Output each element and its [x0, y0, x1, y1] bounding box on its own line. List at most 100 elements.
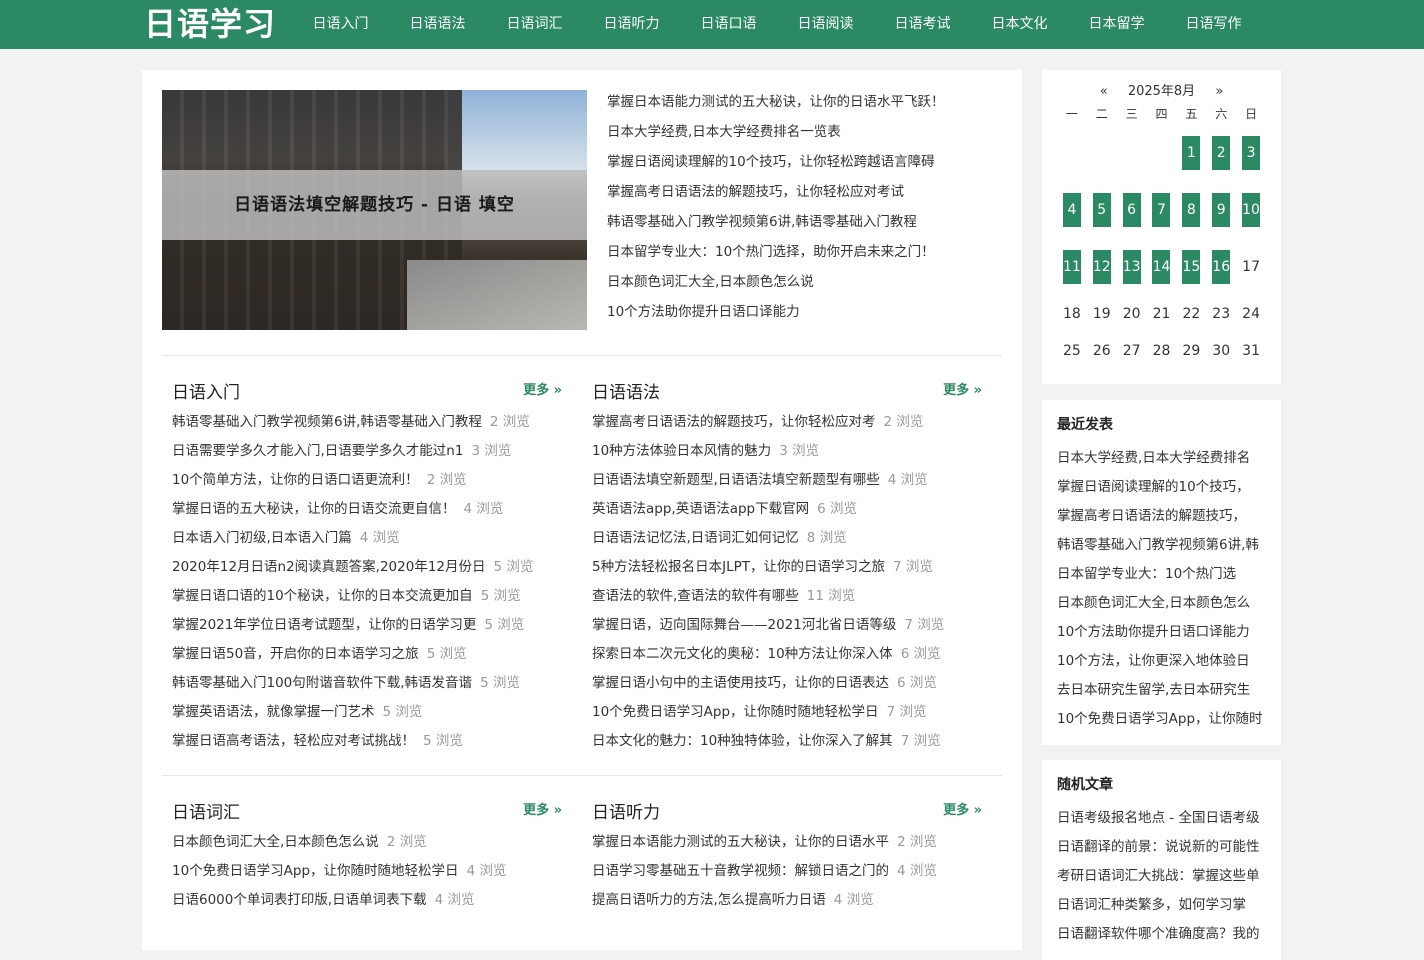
list-item[interactable]: 掌握日语口语的10个秘诀，让你的日本交流更加自 5 浏览 [162, 584, 562, 613]
article-title[interactable]: 掌握日语高考语法，轻松应对考试挑战！ [172, 733, 415, 749]
calendar-day[interactable]: 10 [1236, 181, 1266, 238]
headline-item[interactable]: 掌握高考日语语法的解题技巧，让你轻松应对考试 [607, 180, 1007, 210]
calendar-day[interactable]: 3 [1236, 124, 1266, 181]
article-title[interactable]: 日语语法记忆法,日语词汇如何记忆 [592, 530, 799, 546]
list-item[interactable]: 掌握日语的五大秘诀，让你的日语交流更自信！ 4 浏览 [162, 497, 562, 526]
random-post-item[interactable]: 考研日语词汇大挑战：掌握这些单 [1057, 864, 1269, 893]
article-title[interactable]: 10种方法体验日本风情的魅力 [592, 443, 771, 459]
headline-item[interactable]: 日本大学经费,日本大学经费排名一览表 [607, 120, 1007, 150]
article-title[interactable]: 日语语法填空新题型,日语语法填空新题型有哪些 [592, 472, 880, 488]
recent-post-item[interactable]: 日本留学专业大：10个热门选 [1057, 562, 1269, 591]
calendar-day-link[interactable]: 13 [1122, 249, 1141, 284]
list-item[interactable]: 日语语法记忆法,日语词汇如何记忆 8 浏览 [582, 526, 982, 555]
list-item[interactable]: 掌握日语高考语法，轻松应对考试挑战！ 5 浏览 [162, 729, 562, 758]
calendar-day[interactable]: 5 [1087, 181, 1117, 238]
list-item[interactable]: 掌握高考日语语法的解题技巧，让你轻松应对考 2 浏览 [582, 410, 982, 439]
article-title[interactable]: 韩语零基础入门100句附谐音软件下载,韩语发音谐 [172, 675, 472, 691]
list-item[interactable]: 掌握英语语法，就像掌握一门艺术 5 浏览 [162, 700, 562, 729]
calendar-day-link[interactable]: 5 [1092, 192, 1111, 227]
calendar-day[interactable]: 16 [1206, 238, 1236, 295]
random-post-item[interactable]: 日语词汇种类繁多，如何学习掌 [1057, 893, 1269, 922]
nav-item-7[interactable]: 日本文化 [971, 0, 1068, 49]
headline-item[interactable]: 10个方法助你提升日语口译能力 [607, 300, 1007, 330]
calendar-day-link[interactable]: 11 [1062, 249, 1081, 284]
nav-item-5[interactable]: 日语阅读 [777, 0, 874, 49]
list-item[interactable]: 探索日本二次元文化的奥秘：10种方法让你深入体 6 浏览 [582, 642, 982, 671]
list-item[interactable]: 掌握日语50音，开启你的日本语学习之旅 5 浏览 [162, 642, 562, 671]
site-logo[interactable]: 日语学习 [144, 4, 276, 44]
article-title[interactable]: 探索日本二次元文化的奥秘：10种方法让你深入体 [592, 646, 893, 662]
more-link[interactable]: 更多 » [943, 379, 982, 398]
article-title[interactable]: 掌握日本语能力测试的五大秘诀，让你的日语水平 [592, 834, 889, 850]
calendar-day-link[interactable]: 10 [1242, 192, 1261, 227]
article-title[interactable]: 5种方法轻松报名日本JLPT，让你的日语学习之旅 [592, 559, 885, 575]
article-title[interactable]: 日语需要学多久才能入门,日语要学多久才能过n1 [172, 443, 463, 459]
calendar-day[interactable]: 4 [1057, 181, 1087, 238]
article-title[interactable]: 掌握日语口语的10个秘诀，让你的日本交流更加自 [172, 588, 473, 604]
calendar-day-link[interactable]: 3 [1242, 135, 1261, 170]
list-item[interactable]: 查语法的软件,查语法的软件有哪些 11 浏览 [582, 584, 982, 613]
nav-item-6[interactable]: 日语考试 [874, 0, 971, 49]
article-title[interactable]: 掌握2021年学位日语考试题型，让你的日语学习更 [172, 617, 476, 633]
list-item[interactable]: 掌握日语，迈向国际舞台——2021河北省日语等级 7 浏览 [582, 613, 982, 642]
calendar-day-link[interactable]: 1 [1182, 135, 1201, 170]
article-title[interactable]: 2020年12月日语n2阅读真题答案,2020年12月份日 [172, 559, 486, 575]
nav-item-2[interactable]: 日语词汇 [486, 0, 583, 49]
calendar-day[interactable]: 9 [1206, 181, 1236, 238]
calendar-day-link[interactable]: 2 [1212, 135, 1231, 170]
article-title[interactable]: 日本语入门初级,日本语入门篇 [172, 530, 352, 546]
list-item[interactable]: 5种方法轻松报名日本JLPT，让你的日语学习之旅 7 浏览 [582, 555, 982, 584]
article-title[interactable]: 10个简单方法，让你的日语口语更流利！ [172, 472, 419, 488]
calendar-day[interactable]: 11 [1057, 238, 1087, 295]
list-item[interactable]: 韩语零基础入门教学视频第6讲,韩语零基础入门教程 2 浏览 [162, 410, 562, 439]
calendar-day-link[interactable]: 14 [1152, 249, 1171, 284]
article-title[interactable]: 提高日语听力的方法,怎么提高听力日语 [592, 892, 826, 908]
article-title[interactable]: 掌握日语50音，开启你的日本语学习之旅 [172, 646, 419, 662]
calendar-day[interactable]: 7 [1147, 181, 1177, 238]
recent-post-item[interactable]: 10个方法助你提升日语口译能力 [1057, 620, 1269, 649]
list-item[interactable]: 日语6000个单词表打印版,日语单词表下载 4 浏览 [162, 888, 562, 917]
recent-post-item[interactable]: 日本大学经费,日本大学经费排名 [1057, 446, 1269, 475]
more-link[interactable]: 更多 » [523, 379, 562, 398]
calendar-day-link[interactable]: 12 [1092, 249, 1111, 284]
calendar-day[interactable]: 15 [1176, 238, 1206, 295]
calendar-day-link[interactable]: 4 [1062, 192, 1081, 227]
headline-item[interactable]: 掌握日本语能力测试的五大秘诀，让你的日语水平飞跃！ [607, 90, 1007, 120]
calendar-day-link[interactable]: 6 [1122, 192, 1141, 227]
article-title[interactable]: 掌握日语，迈向国际舞台——2021河北省日语等级 [592, 617, 896, 633]
article-title[interactable]: 日语6000个单词表打印版,日语单词表下载 [172, 892, 427, 908]
recent-post-item[interactable]: 掌握高考日语语法的解题技巧， [1057, 504, 1269, 533]
list-item[interactable]: 掌握日本语能力测试的五大秘诀，让你的日语水平 2 浏览 [582, 830, 982, 859]
article-title[interactable]: 掌握高考日语语法的解题技巧，让你轻松应对考 [592, 414, 876, 430]
article-title[interactable]: 日语学习零基础五十音教学视频：解锁日语之门的 [592, 863, 889, 879]
article-title[interactable]: 掌握英语语法，就像掌握一门艺术 [172, 704, 375, 720]
nav-item-4[interactable]: 日语口语 [680, 0, 777, 49]
calendar-day-link[interactable]: 15 [1182, 249, 1201, 284]
list-item[interactable]: 日本颜色词汇大全,日本颜色怎么说 2 浏览 [162, 830, 562, 859]
calendar-day[interactable]: 6 [1117, 181, 1147, 238]
nav-item-9[interactable]: 日语写作 [1165, 0, 1262, 49]
recent-post-item[interactable]: 韩语零基础入门教学视频第6讲,韩 [1057, 533, 1269, 562]
calendar-day[interactable]: 14 [1147, 238, 1177, 295]
list-item[interactable]: 10个免费日语学习App，让你随时随地轻松学日 4 浏览 [162, 859, 562, 888]
list-item[interactable]: 10个免费日语学习App，让你随时随地轻松学日 7 浏览 [582, 700, 982, 729]
list-item[interactable]: 日语需要学多久才能入门,日语要学多久才能过n1 3 浏览 [162, 439, 562, 468]
hero-image[interactable]: 日语语法填空解题技巧 - 日语 填空 [162, 90, 587, 330]
calendar-day[interactable]: 8 [1176, 181, 1206, 238]
headline-item[interactable]: 掌握日语阅读理解的10个技巧，让你轻松跨越语言障碍 [607, 150, 1007, 180]
calendar-day[interactable]: 12 [1087, 238, 1117, 295]
recent-post-item[interactable]: 日本颜色词汇大全,日本颜色怎么 [1057, 591, 1269, 620]
list-item[interactable]: 2020年12月日语n2阅读真题答案,2020年12月份日 5 浏览 [162, 555, 562, 584]
headline-item[interactable]: 日本颜色词汇大全,日本颜色怎么说 [607, 270, 1007, 300]
list-item[interactable]: 日本文化的魅力：10种独特体验，让你深入了解其 7 浏览 [582, 729, 982, 758]
calendar-day-link[interactable]: 8 [1182, 192, 1201, 227]
list-item[interactable]: 韩语零基础入门100句附谐音软件下载,韩语发音谐 5 浏览 [162, 671, 562, 700]
random-post-item[interactable]: 日语翻译的前景：说说新的可能性 [1057, 835, 1269, 864]
calendar-next-button[interactable]: » [1215, 84, 1223, 99]
list-item[interactable]: 掌握日语小句中的主语使用技巧，让你的日语表达 6 浏览 [582, 671, 982, 700]
article-title[interactable]: 掌握日语小句中的主语使用技巧，让你的日语表达 [592, 675, 889, 691]
more-link[interactable]: 更多 » [943, 799, 982, 818]
article-title[interactable]: 韩语零基础入门教学视频第6讲,韩语零基础入门教程 [172, 414, 482, 430]
headline-item[interactable]: 日本留学专业大：10个热门选择，助你开启未来之门！ [607, 240, 1007, 270]
list-item[interactable]: 日语学习零基础五十音教学视频：解锁日语之门的 4 浏览 [582, 859, 982, 888]
